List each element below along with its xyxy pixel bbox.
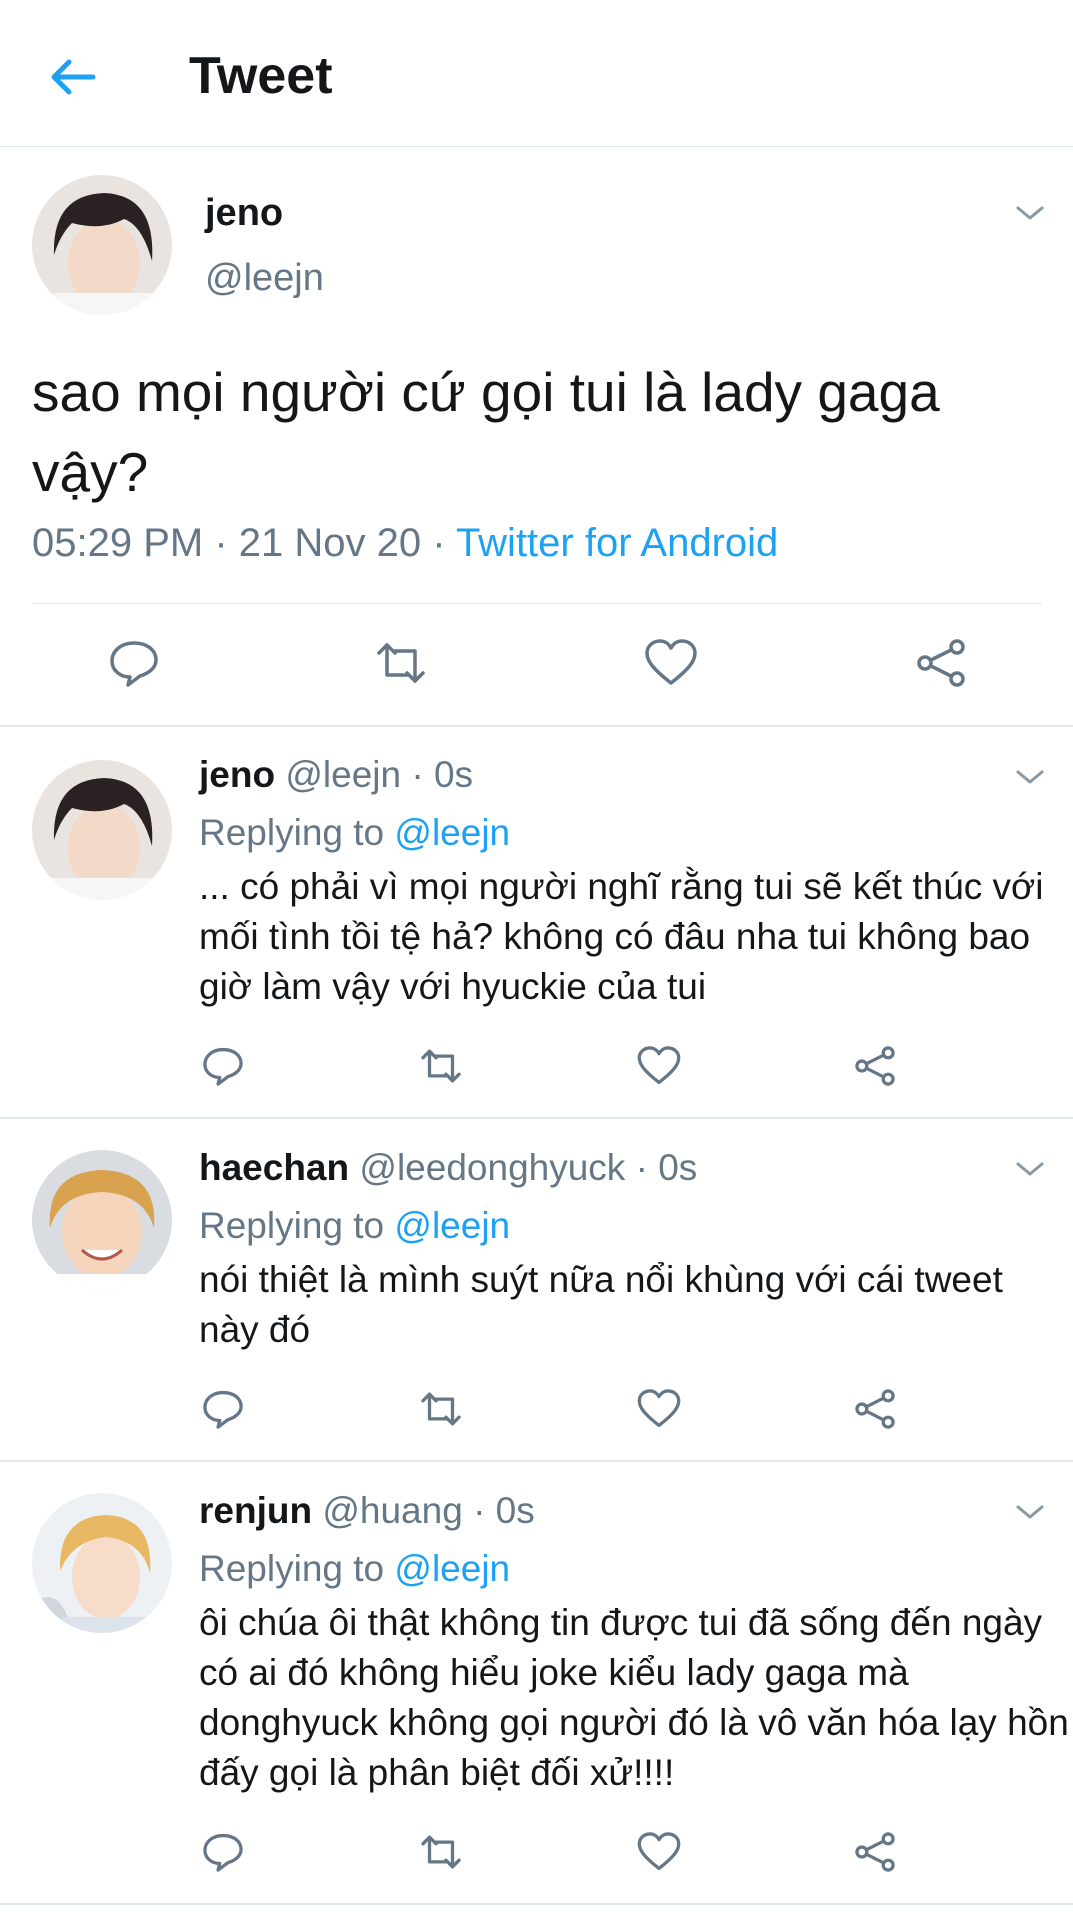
tweet-menu-button[interactable] xyxy=(1010,198,1050,228)
divider xyxy=(0,1903,1073,1905)
back-button[interactable] xyxy=(40,44,106,110)
avatar[interactable] xyxy=(32,1493,172,1633)
author-handle[interactable]: @leejn · 0s xyxy=(285,754,473,795)
tweet-timestamp: 05:29 PM · 21 Nov 20 · xyxy=(32,521,456,565)
replying-to-link[interactable]: @leejn xyxy=(394,812,510,853)
reply-icon xyxy=(110,641,158,687)
reply-header: jeno @leejn · 0s xyxy=(199,752,473,798)
reply-icon xyxy=(203,1390,243,1429)
author-name[interactable]: jeno xyxy=(205,190,283,236)
like-button[interactable] xyxy=(636,1386,682,1432)
arrow-left-icon xyxy=(51,59,96,95)
tweet-menu-button[interactable] xyxy=(1010,1497,1050,1527)
replying-to: Replying to @leejn xyxy=(199,1548,511,1589)
heart-icon xyxy=(645,639,697,685)
share-icon xyxy=(917,639,965,687)
share-button[interactable] xyxy=(852,1043,898,1089)
replying-to: Replying to @leejn xyxy=(199,812,511,853)
retweet-icon xyxy=(421,1049,461,1083)
share-button[interactable] xyxy=(913,635,969,691)
divider xyxy=(32,603,1042,604)
chevron-down-icon xyxy=(1016,770,1044,784)
retweet-icon xyxy=(421,1835,461,1869)
share-button[interactable] xyxy=(852,1386,898,1432)
replying-to: Replying to @leejn xyxy=(199,1205,511,1246)
reply-button[interactable] xyxy=(200,1829,246,1875)
top-bar xyxy=(0,0,1073,147)
share-icon xyxy=(855,1832,895,1872)
like-button[interactable] xyxy=(643,635,699,691)
reply-button[interactable] xyxy=(200,1386,246,1432)
retweet-icon xyxy=(421,1392,461,1426)
share-button[interactable] xyxy=(852,1829,898,1875)
author-handle[interactable]: @leedonghyuck · 0s xyxy=(359,1147,697,1188)
retweet-button[interactable] xyxy=(418,1829,464,1875)
tweet-text: sao mọi người cứ gọi tui là lady gaga vậ… xyxy=(32,361,940,503)
avatar[interactable] xyxy=(32,760,172,900)
reply-button[interactable] xyxy=(106,635,162,691)
tweet-menu-button[interactable] xyxy=(1010,762,1050,792)
chevron-down-icon xyxy=(1016,206,1044,220)
author-handle[interactable]: @leejn xyxy=(205,255,324,301)
divider xyxy=(0,1117,1073,1119)
reply-button[interactable] xyxy=(200,1043,246,1089)
author-name[interactable]: jeno xyxy=(199,754,275,795)
page-title: Tweet xyxy=(189,47,333,105)
divider xyxy=(0,725,1073,727)
tweet-menu-button[interactable] xyxy=(1010,1154,1050,1184)
reply-header: renjun @huang · 0s xyxy=(199,1488,535,1534)
retweet-icon xyxy=(377,643,425,683)
reply-icon xyxy=(203,1047,243,1086)
tweet-metadata: 05:29 PM · 21 Nov 20 · Twitter for Andro… xyxy=(32,518,778,568)
like-button[interactable] xyxy=(636,1829,682,1875)
share-icon xyxy=(855,1046,895,1086)
divider xyxy=(0,1460,1073,1462)
reply-text: ôi chúa ôi thật không tin được tui đã số… xyxy=(199,1602,1069,1793)
retweet-button[interactable] xyxy=(418,1043,464,1089)
replying-to-link[interactable]: @leejn xyxy=(394,1205,510,1246)
author-name[interactable]: renjun xyxy=(199,1490,312,1531)
retweet-button[interactable] xyxy=(418,1386,464,1432)
heart-icon xyxy=(637,1389,681,1428)
chevron-down-icon xyxy=(1016,1505,1044,1519)
reply-text: nói thiệt là mình suýt nữa nổi khùng với… xyxy=(199,1259,1003,1350)
reply-header: haechan @leedonghyuck · 0s xyxy=(199,1145,697,1191)
tweet-source-link[interactable]: Twitter for Android xyxy=(456,521,778,565)
share-icon xyxy=(855,1389,895,1429)
author-handle[interactable]: @huang · 0s xyxy=(322,1490,534,1531)
reply-icon xyxy=(203,1833,243,1872)
heart-icon xyxy=(637,1832,681,1871)
reply-text: ... có phải vì mọi người nghĩ rằng tui s… xyxy=(199,866,1044,1007)
replying-to-link[interactable]: @leejn xyxy=(394,1548,510,1589)
author-name[interactable]: haechan xyxy=(199,1147,349,1188)
like-button[interactable] xyxy=(636,1043,682,1089)
chevron-down-icon xyxy=(1016,1162,1044,1176)
avatar[interactable] xyxy=(32,1150,172,1290)
avatar[interactable] xyxy=(32,175,172,315)
heart-icon xyxy=(637,1046,681,1085)
retweet-button[interactable] xyxy=(373,635,429,691)
